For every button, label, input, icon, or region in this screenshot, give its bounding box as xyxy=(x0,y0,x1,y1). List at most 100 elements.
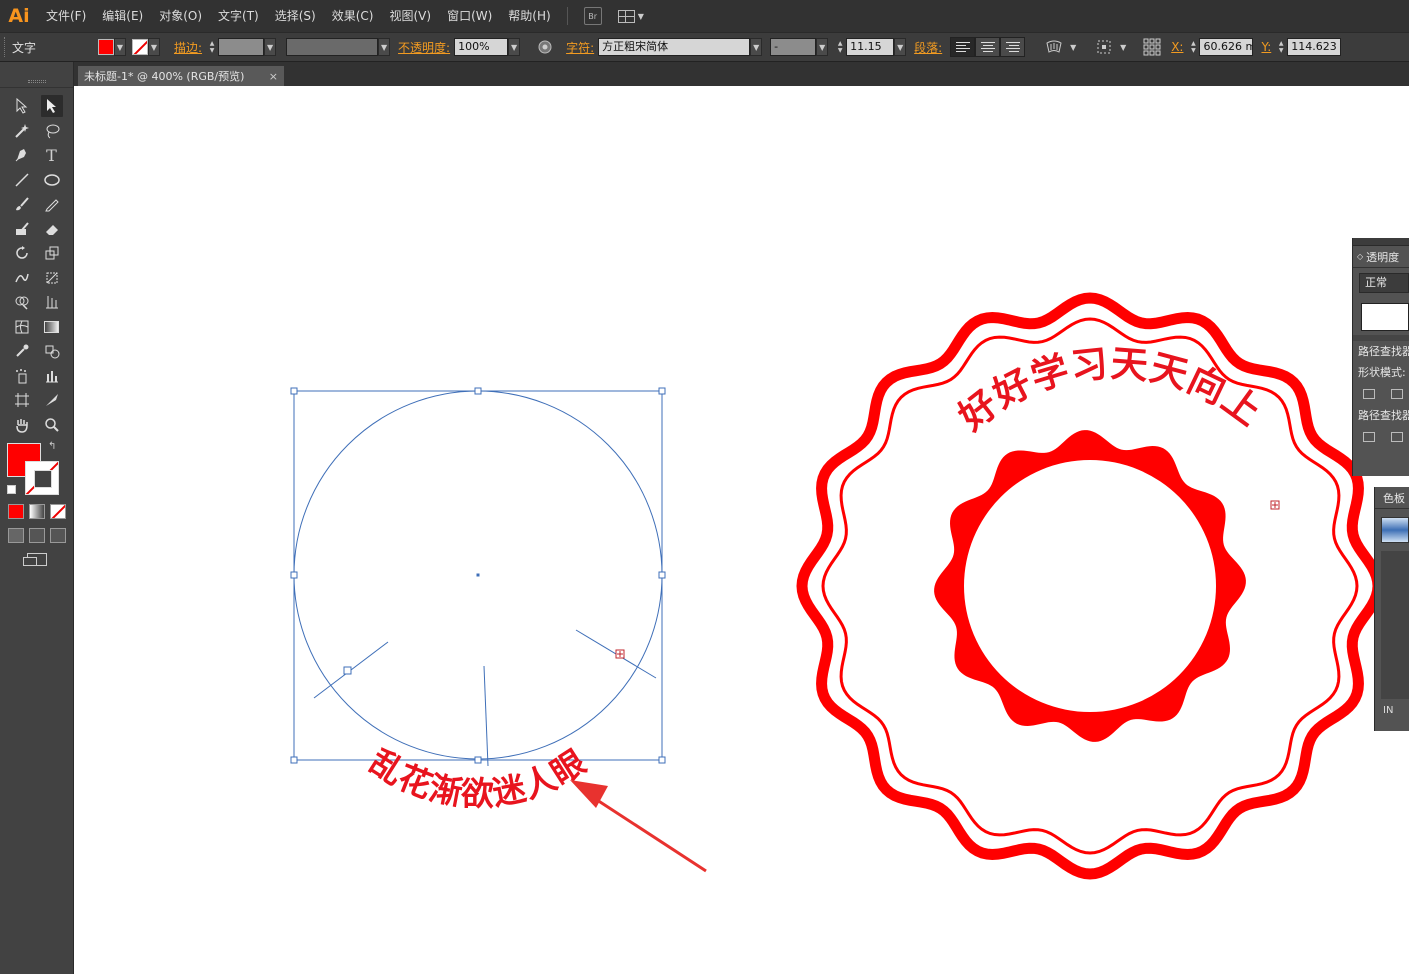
draw-inside-icon[interactable] xyxy=(49,527,66,543)
control-bar-grip[interactable] xyxy=(4,37,8,57)
blend-mode-select[interactable]: 正常 xyxy=(1359,273,1409,293)
eraser-tool-icon[interactable] xyxy=(41,218,63,240)
draw-normal-icon[interactable] xyxy=(7,527,24,543)
chevron-down-icon[interactable]: ▼ xyxy=(750,38,763,56)
free-transform-tool-icon[interactable] xyxy=(41,267,63,289)
font-style-field[interactable]: - xyxy=(770,38,817,56)
swatch-list[interactable] xyxy=(1381,551,1409,699)
warp-tool-icon[interactable] xyxy=(11,267,33,289)
chevron-down-icon[interactable]: ▼ xyxy=(508,38,521,56)
blend-tool-icon[interactable] xyxy=(41,340,63,362)
color-mode-button[interactable] xyxy=(7,503,24,519)
swap-fill-stroke-icon[interactable]: ↰ xyxy=(48,441,56,452)
variable-width-profile[interactable] xyxy=(286,38,379,56)
menu-effect[interactable]: 效果(C) xyxy=(324,0,382,32)
stroke-weight-field[interactable] xyxy=(218,38,265,56)
path-start-anchor[interactable] xyxy=(343,666,352,675)
selection-tool-icon[interactable] xyxy=(11,95,33,117)
eyedropper-tool-icon[interactable] xyxy=(11,340,33,362)
x-position-field[interactable]: 60.626 m xyxy=(1199,38,1254,56)
chevron-down-icon[interactable]: ▼ xyxy=(264,38,277,56)
mesh-tool-icon[interactable] xyxy=(11,316,33,338)
x-label[interactable]: X: xyxy=(1171,40,1183,54)
pencil-tool-icon[interactable] xyxy=(41,193,63,215)
stroke-swatch[interactable] xyxy=(25,461,59,495)
swatches-panel-tab[interactable]: 色板 xyxy=(1375,487,1409,509)
unite-icon[interactable] xyxy=(1363,389,1375,399)
default-colors-icon[interactable] xyxy=(7,485,16,494)
artboard-canvas[interactable]: 乱花渐欲迷人眼 好好学习天天向上 xyxy=(74,86,1409,974)
gradient-swatch[interactable] xyxy=(1381,517,1409,543)
y-position-field[interactable]: 114.623 m xyxy=(1287,38,1342,56)
draw-behind-icon[interactable] xyxy=(28,527,45,543)
workspace-layout-button[interactable]: ▼ xyxy=(617,9,644,23)
transform-reference-icon[interactable] xyxy=(1093,37,1115,57)
menu-object[interactable]: 对象(O) xyxy=(151,0,210,32)
path-text[interactable]: 乱花渐欲迷人眼 xyxy=(363,742,594,813)
artboard-tool-icon[interactable] xyxy=(11,389,33,411)
character-label[interactable]: 字符: xyxy=(566,39,594,56)
ellipse-tool-icon[interactable] xyxy=(41,169,63,191)
font-size-field[interactable]: 11.15 xyxy=(846,38,895,56)
stroke-color-dropdown[interactable]: ▼ xyxy=(132,37,160,57)
menu-edit[interactable]: 编辑(E) xyxy=(94,0,151,32)
menu-view[interactable]: 视图(V) xyxy=(381,0,439,32)
close-icon[interactable]: × xyxy=(269,70,278,83)
rotate-tool-icon[interactable] xyxy=(11,242,33,264)
tools-panel-header[interactable] xyxy=(0,62,73,88)
font-size-stepper[interactable]: ▲ ▼ xyxy=(834,38,846,56)
pen-tool-icon[interactable] xyxy=(11,144,33,166)
minus-front-icon[interactable] xyxy=(1391,389,1403,399)
chevron-down-icon[interactable]: ▼ xyxy=(378,38,391,56)
path-type-object[interactable]: 乱花渐欲迷人眼 xyxy=(290,387,666,813)
screen-mode-icon[interactable] xyxy=(22,552,47,566)
magic-wand-tool-icon[interactable] xyxy=(11,120,33,142)
gradient-mode-button[interactable] xyxy=(28,503,45,519)
paragraph-label[interactable]: 段落: xyxy=(914,39,942,56)
menu-select[interactable]: 选择(S) xyxy=(267,0,324,32)
menu-type[interactable]: 文字(T) xyxy=(210,0,267,32)
opacity-field[interactable]: 100% xyxy=(454,38,509,56)
chevron-down-icon[interactable]: ▼ xyxy=(1067,38,1079,56)
zoom-tool-icon[interactable] xyxy=(41,414,63,436)
opacity-thumbnail[interactable] xyxy=(1361,303,1409,331)
opacity-label[interactable]: 不透明度: xyxy=(398,39,450,56)
y-label[interactable]: Y: xyxy=(1261,40,1271,54)
recolor-icon[interactable] xyxy=(534,37,556,57)
align-center-button[interactable] xyxy=(975,37,1001,57)
divide-icon[interactable] xyxy=(1363,432,1375,442)
overflow-port-icon[interactable] xyxy=(615,649,625,659)
paintbrush-tool-icon[interactable] xyxy=(11,193,33,215)
panel-grip[interactable] xyxy=(27,80,46,83)
menu-help[interactable]: 帮助(H) xyxy=(500,0,558,32)
seal-text[interactable]: 好好学习天天向上 xyxy=(949,341,1270,440)
reference-point-icon[interactable] xyxy=(1141,37,1163,57)
menu-window[interactable]: 窗口(W) xyxy=(439,0,500,32)
overflow-port-icon[interactable] xyxy=(1270,500,1280,510)
scale-tool-icon[interactable] xyxy=(41,242,63,264)
pathfinder-panel-tab[interactable]: 路径查找器 xyxy=(1353,341,1409,362)
document-tab[interactable]: 未标题-1* @ 400% (RGB/预览) × xyxy=(78,66,284,86)
blob-brush-tool-icon[interactable] xyxy=(11,218,33,240)
trim-icon[interactable] xyxy=(1391,432,1403,442)
panel-grip[interactable] xyxy=(1353,238,1409,246)
stroke-label[interactable]: 描边: xyxy=(174,39,202,56)
x-stepper[interactable]: ▲ ▼ xyxy=(1187,38,1199,56)
chevron-down-icon[interactable]: ▼ xyxy=(894,38,907,56)
envelope-distort-icon[interactable] xyxy=(1043,37,1065,57)
shape-builder-tool-icon[interactable] xyxy=(11,291,33,313)
chevron-down-icon[interactable]: ▼ xyxy=(816,38,829,56)
align-right-button[interactable] xyxy=(1000,37,1026,57)
chevron-down-icon[interactable]: ▼ xyxy=(1117,38,1129,56)
symbol-sprayer-tool-icon[interactable] xyxy=(11,365,33,387)
hand-tool-icon[interactable] xyxy=(11,414,33,436)
bridge-button[interactable]: Br xyxy=(583,7,602,25)
transparency-panel-tab[interactable]: ◇ 透明度 xyxy=(1353,246,1409,268)
fill-color-dropdown[interactable]: ▼ xyxy=(98,37,126,57)
line-segment-tool-icon[interactable] xyxy=(11,169,33,191)
text-center-bracket[interactable] xyxy=(483,665,489,767)
column-graph-tool-icon[interactable] xyxy=(41,365,63,387)
lasso-tool-icon[interactable] xyxy=(41,120,63,142)
perspective-grid-tool-icon[interactable] xyxy=(41,291,63,313)
gradient-tool-icon[interactable] xyxy=(41,316,63,338)
